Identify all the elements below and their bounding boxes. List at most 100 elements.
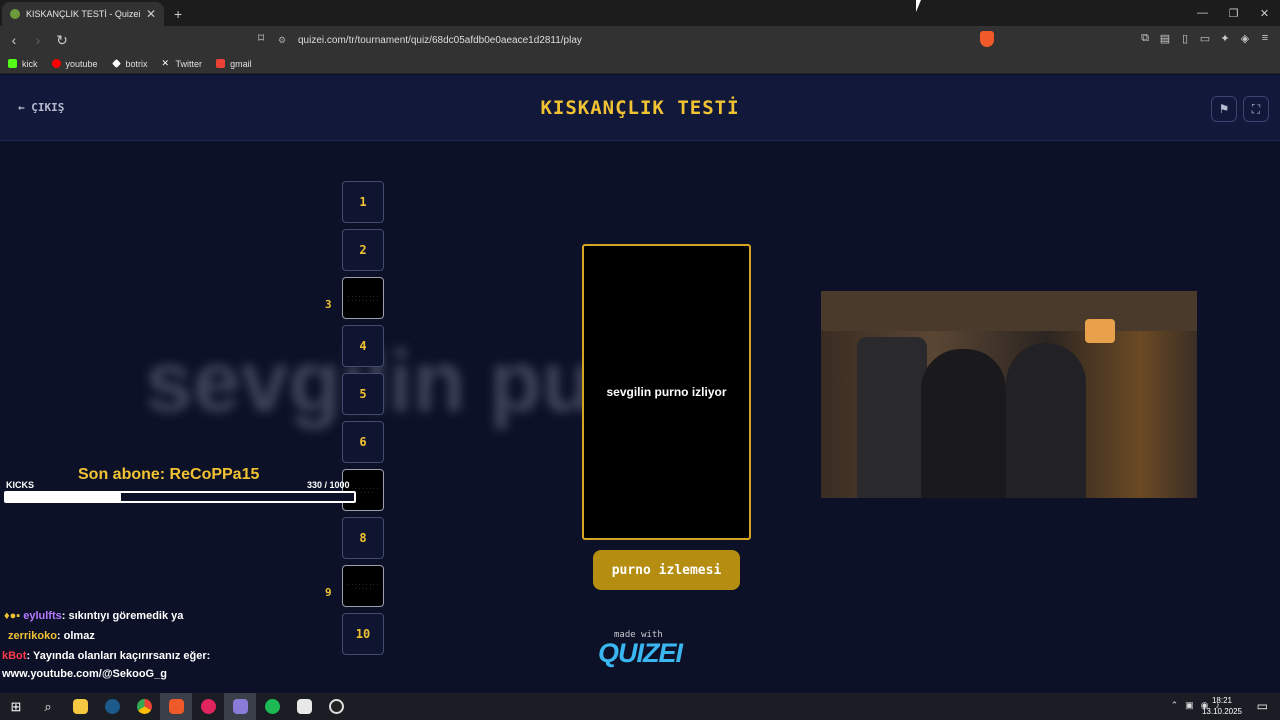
bracket-slot-5[interactable]: 5: [342, 373, 384, 415]
brave-icon: [168, 699, 184, 714]
bracket-slot-9-number: 9: [325, 586, 332, 599]
wallet-icon[interactable]: ▭: [1198, 32, 1212, 46]
extensions-area: ⧉ ▤ ▯ ▭ ✦ ◈ ≡: [1138, 32, 1272, 46]
bracket-slot-7[interactable]: · · · · · · · · · · · · · · ·: [342, 469, 384, 511]
brave-shields-icon[interactable]: [980, 31, 994, 47]
bookmark-botrix[interactable]: botrix: [111, 59, 148, 69]
clock-date: 13.10.2025: [1201, 707, 1242, 716]
chat-line: ♦●▪ eylulfts: sıkıntıyı göremedik ya: [4, 610, 184, 622]
bracket-slot-10[interactable]: 10: [342, 613, 384, 655]
chat-line: www.youtube.com/@SekooG_g: [2, 668, 167, 680]
windows-logo-icon: ⊞: [10, 698, 22, 714]
chat-badges-icon: ♦●▪: [4, 610, 24, 622]
bookmark-kick[interactable]: kick: [8, 59, 38, 69]
tab-title: KISKANÇLIK TESTİ - Quizei: [26, 9, 141, 19]
slot-preview-text: · · · · · · · · · · · · · ·: [347, 582, 379, 590]
search-icon: ⌕: [44, 698, 52, 714]
notification-icon[interactable]: ▭: [1257, 699, 1268, 713]
kicks-label: KICKS: [6, 480, 35, 490]
bookmark-gmail[interactable]: gmail: [216, 59, 252, 69]
fullscreen-icon: ⛶: [1251, 101, 1261, 116]
fullscreen-button[interactable]: ⛶: [1243, 96, 1269, 122]
folder-icon: [72, 699, 88, 714]
window-controls: — ❐ ✕: [1187, 0, 1280, 26]
youtube-icon: [51, 59, 61, 68]
bracket-slot-2[interactable]: 2: [342, 229, 384, 271]
close-window-button[interactable]: ✕: [1249, 0, 1280, 26]
tab-close-icon[interactable]: ✕: [146, 7, 156, 21]
webcam-shelf: [821, 291, 1197, 331]
chrome-button[interactable]: [128, 693, 160, 720]
vpn-icon[interactable]: ◈: [1238, 32, 1252, 46]
bracket-slot-4[interactable]: 4: [342, 325, 384, 367]
kicks-progress-bar: [4, 491, 356, 503]
webcam-chair: [857, 337, 927, 498]
code-editor-button[interactable]: [288, 693, 320, 720]
quiz-page: ← ÇIKIŞ KISKANÇLIK TESTİ ⚑ ⛶ sevgilin pu…: [0, 75, 1280, 693]
play-icon: [200, 699, 216, 714]
kicks-progress-fill: [6, 493, 121, 501]
quizei-favicon-icon: [10, 9, 20, 19]
bracket-slot-8[interactable]: 8: [342, 517, 384, 559]
browser-tab[interactable]: KISKANÇLIK TESTİ - Quizei ✕: [2, 2, 164, 26]
bracket-slot-9[interactable]: · · · · · · · · · · · · · ·: [342, 565, 384, 607]
question-card[interactable]: sevgilin purno izliyor: [582, 244, 751, 540]
maximize-button[interactable]: ❐: [1218, 0, 1249, 26]
quiz-header: ← ÇIKIŞ KISKANÇLIK TESTİ ⚑ ⛶: [0, 75, 1280, 141]
slot-preview-text: · · · · · · · · · · · · · · · · · ·: [347, 294, 379, 302]
webcam-person-right: [1006, 343, 1086, 498]
page-title: KISKANÇLIK TESTİ: [540, 97, 740, 119]
bookmarks-bar: kick youtube botrix ✕ Twitter gmail: [0, 54, 1280, 74]
steam-button[interactable]: [96, 693, 128, 720]
taskbar-clock[interactable]: 18:21 13.10.2025: [1202, 695, 1242, 717]
media-player-button[interactable]: [192, 693, 224, 720]
bracket-slot-1[interactable]: 1: [342, 181, 384, 223]
bracket-slot-3[interactable]: · · · · · · · · · · · · · · · · · ·: [342, 277, 384, 319]
editor-icon: [296, 699, 312, 714]
menu-icon[interactable]: ≡: [1258, 32, 1272, 46]
back-icon[interactable]: ‹: [4, 32, 24, 48]
kicks-value: 330 / 1000: [307, 480, 350, 490]
site-info-icon[interactable]: ⚙: [278, 35, 292, 46]
leo-icon[interactable]: ✦: [1218, 32, 1232, 46]
bracket-slot-6[interactable]: 6: [342, 421, 384, 463]
spotify-button[interactable]: [256, 693, 288, 720]
chat-line: zerrikoko: olmaz: [8, 630, 95, 642]
report-flag-button[interactable]: ⚑: [1211, 96, 1237, 122]
browser-tab-bar: KISKANÇLIK TESTİ - Quizei ✕ + — ❐ ✕: [0, 0, 1280, 26]
chat-line: kBot: Yayında olanları kaçırırsanız eğer…: [2, 650, 211, 662]
brave-taskbar-button[interactable]: [160, 693, 192, 720]
browser-toolbar: ‹ › ↻ ⌑ ⚙ quizei.com/tr/tournament/quiz/…: [0, 26, 1280, 54]
address-bar[interactable]: ⚙ quizei.com/tr/tournament/quiz/68dc05af…: [278, 29, 1000, 51]
obs-button[interactable]: [320, 693, 352, 720]
choice-button[interactable]: purno izlemesi: [593, 550, 740, 590]
media-icon[interactable]: ▤: [1158, 32, 1172, 46]
last-subscriber-text: Son abone: ReCoPPa15: [78, 466, 260, 483]
search-button[interactable]: ⌕: [32, 693, 64, 720]
tray-chevron-icon[interactable]: ⌃: [1171, 700, 1179, 711]
kick-icon: [8, 59, 17, 68]
start-button[interactable]: ⊞: [0, 693, 32, 720]
bookmark-youtube[interactable]: youtube: [51, 59, 98, 69]
minimize-button[interactable]: —: [1187, 0, 1218, 26]
mouse-cursor-icon: [916, 0, 921, 12]
obs-icon: [328, 699, 344, 714]
new-tab-button[interactable]: +: [174, 6, 182, 22]
bookmark-icon[interactable]: ⌑: [258, 31, 264, 45]
discord-button[interactable]: [224, 693, 256, 720]
x-icon: ✕: [161, 58, 170, 68]
quizei-logo[interactable]: QUIZEI: [598, 638, 683, 669]
bookmark-twitter[interactable]: ✕ Twitter: [162, 59, 203, 69]
tray-app-icon[interactable]: ▣: [1185, 700, 1194, 711]
sidebar-icon[interactable]: ▯: [1178, 32, 1192, 46]
spotify-icon: [264, 699, 280, 714]
chrome-icon: [136, 699, 152, 714]
extensions-icon[interactable]: ⧉: [1138, 32, 1152, 46]
clock-time: 18:21: [1211, 696, 1232, 705]
reload-icon[interactable]: ↻: [52, 32, 72, 49]
gmail-icon: [216, 59, 226, 68]
file-explorer-button[interactable]: [64, 693, 96, 720]
windows-taskbar: ⊞ ⌕ ⌃ ▣ ◉ ♪ 18:21 13.10.2025 ▭: [0, 693, 1280, 720]
url-text: quizei.com/tr/tournament/quiz/68dc05afdb…: [298, 34, 582, 46]
forward-icon[interactable]: ›: [28, 32, 48, 48]
